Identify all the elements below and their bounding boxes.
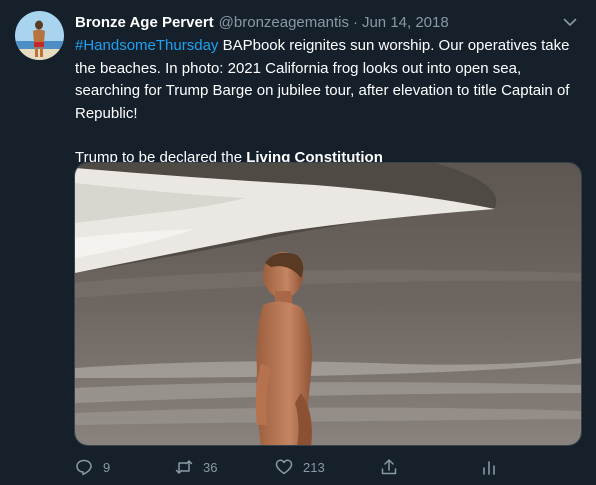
retweet-count: 36 — [203, 459, 218, 475]
chevron-down-icon[interactable] — [561, 13, 579, 31]
analytics-icon — [483, 461, 495, 475]
user-handle[interactable]: @bronzeagemantis — [219, 14, 349, 31]
like-button[interactable]: 213 — [275, 458, 325, 476]
retweet-icon — [175, 460, 193, 474]
timestamp[interactable]: Jun 14, 2018 — [362, 14, 449, 31]
hashtag-link[interactable]: #HandsomeThursday — [75, 37, 218, 54]
retweet-button[interactable]: 36 — [175, 458, 217, 476]
reply-button[interactable]: 9 — [75, 458, 110, 476]
heart-icon — [275, 459, 293, 475]
separator: · — [352, 13, 358, 31]
reply-count: 9 — [103, 459, 111, 475]
display-name[interactable]: Bronze Age Pervert — [75, 14, 214, 31]
avatar[interactable] — [15, 11, 64, 60]
reply-icon — [76, 459, 92, 476]
tweet-text: #HandsomeThursday BAPbook reignites sun … — [75, 35, 585, 170]
avatar-photo-icon — [15, 11, 64, 60]
photo-beach-icon — [75, 163, 581, 445]
share-icon — [381, 459, 397, 475]
analytics-button[interactable] — [480, 458, 498, 476]
like-count: 213 — [303, 459, 325, 475]
share-button[interactable] — [380, 458, 398, 476]
tweet-paragraph-1: #HandsomeThursday BAPbook reignites sun … — [75, 35, 585, 125]
tweet-header: Bronze Age Pervert @bronzeagemantis · Ju… — [75, 12, 582, 32]
tweet-card[interactable]: Bronze Age Pervert @bronzeagemantis · Ju… — [0, 0, 596, 485]
tweet-media[interactable] — [74, 162, 582, 446]
tweet-actions: 9 36 213 — [75, 456, 582, 478]
